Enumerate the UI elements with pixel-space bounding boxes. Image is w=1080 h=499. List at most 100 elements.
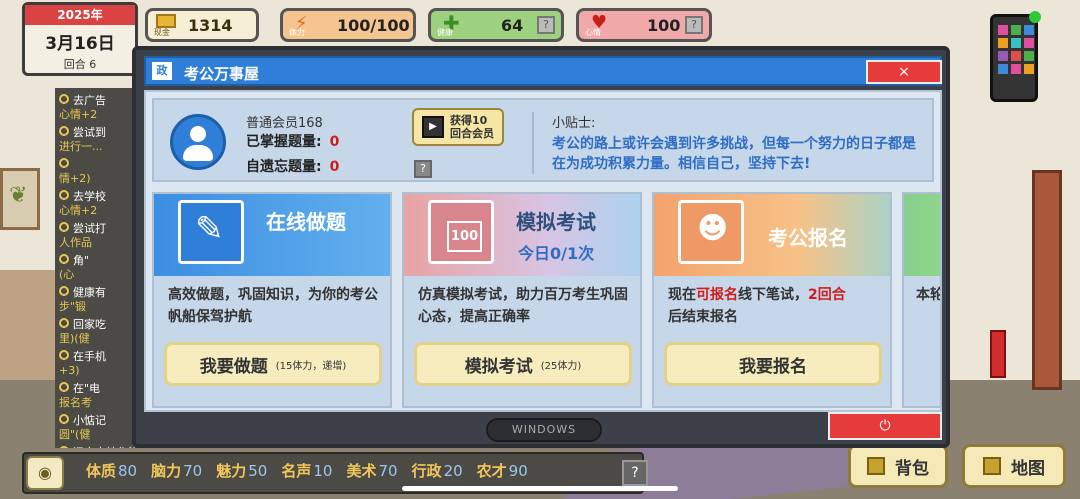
task-check-icon: [59, 414, 69, 424]
task-item[interactable]: 角" (心: [59, 254, 141, 282]
task-text: 健康有: [73, 286, 106, 299]
task-sub: (心: [59, 268, 75, 281]
task-item[interactable]: 尝试打 人作品: [59, 222, 141, 250]
map-icon: [983, 457, 1001, 475]
tip-text: 考公的路上或许会遇到许多挑战，但每一个努力的日子都是在为成功积累力量。相信自己，…: [552, 136, 916, 172]
cash-stat: 现金 1314: [145, 8, 259, 42]
practice-button[interactable]: 我要做题 (15体力，递增): [164, 342, 382, 386]
task-sub: 人作品: [59, 236, 92, 249]
close-button[interactable]: ×: [866, 60, 942, 84]
plant-icon: ❦: [9, 183, 28, 208]
attribute-value: 80: [118, 462, 138, 480]
power-stat: ⚡ 体力 100/100: [280, 8, 416, 42]
attribute-value: 50: [248, 462, 268, 480]
attribute-name: 脑力: [151, 462, 182, 480]
card-title: 在线做题: [266, 210, 346, 234]
task-item[interactable]: 去学校 心情+2: [59, 190, 141, 218]
task-item[interactable]: 在"电 报名考: [59, 382, 141, 410]
task-item[interactable]: 小惦记 圆"(健: [59, 414, 141, 442]
exam-registration-card: 考公报名 现在可报名线下笔试，2回合后结束报名 我要报名: [652, 192, 892, 408]
card-title: 模拟考试: [516, 210, 596, 234]
task-item[interactable]: 健康有 步"锻: [59, 286, 141, 314]
coin-icon: [156, 14, 176, 28]
task-check-icon: [59, 94, 69, 104]
register-button[interactable]: 我要报名: [664, 342, 882, 386]
task-sub: 进行一...: [59, 140, 103, 153]
card-desc: 高效做题，巩固知识，为你的考公帆船保驾护航: [168, 287, 378, 325]
home-indicator: [402, 486, 678, 491]
attribute-name: 体质: [86, 462, 117, 480]
task-check-icon: [59, 382, 69, 392]
task-sub: 圆"(健: [59, 428, 91, 441]
member-help-button[interactable]: ?: [414, 160, 432, 178]
phone-app-grid: [998, 25, 1034, 74]
get-vip-button[interactable]: 获得10回合会员: [412, 108, 504, 146]
pencil-icon: [178, 200, 244, 264]
task-sub: 报名考: [59, 396, 92, 409]
map-button[interactable]: 地图: [962, 444, 1066, 488]
windows-taskbar-button[interactable]: WINDOWS: [486, 418, 602, 442]
bag-button[interactable]: 背包: [848, 444, 948, 488]
date-panel: 2025年 3月16日 回合 6: [22, 2, 138, 76]
task-text: 小惦记: [73, 414, 106, 427]
task-sub: 情+2): [59, 172, 91, 185]
power-label: 体力: [289, 28, 305, 37]
phone-button[interactable]: [990, 11, 1041, 102]
task-text: 角": [73, 254, 90, 267]
tip-title: 小贴士:: [552, 116, 596, 131]
id-card-icon: [678, 200, 744, 264]
day-label: 3月16日: [45, 34, 115, 54]
task-item[interactable]: 尝试到 进行一...: [59, 126, 141, 154]
task-check-icon: [59, 286, 69, 296]
attribute-value: 90: [508, 462, 528, 480]
cash-value: 1314: [188, 15, 233, 35]
task-check-icon: [59, 350, 69, 360]
fire-extinguisher: [990, 330, 1006, 378]
attribute-name: 魅力: [216, 462, 247, 480]
forgotten-label: 自遗忘题量:: [246, 159, 322, 175]
power-button[interactable]: ⏻: [828, 412, 942, 440]
task-check-icon: [59, 126, 69, 136]
card-header: 在线做题: [154, 194, 390, 276]
task-item[interactable]: 回家吃 里)(健: [59, 318, 141, 346]
year-label: 2025年: [25, 5, 135, 25]
task-text: 去学校: [73, 190, 106, 203]
mood-stat: ♥ 心情 100 ?: [576, 8, 712, 42]
card-header: 考公报名: [654, 194, 890, 276]
task-text: 尝试到: [73, 126, 106, 139]
task-text: 在"电: [73, 382, 101, 395]
health-stat: ✚ 健康 64 ?: [428, 8, 564, 42]
extra-card[interactable]: 本轮: [902, 192, 942, 408]
mood-help-button[interactable]: ?: [685, 16, 703, 34]
attribute-item: 魅力 50: [216, 460, 267, 481]
health-help-button[interactable]: ?: [537, 16, 555, 34]
task-sub: 里)(健: [59, 332, 90, 345]
eye-icon[interactable]: ◉: [26, 456, 64, 490]
task-item[interactable]: 情+2): [59, 158, 141, 186]
mastered-value: 0: [329, 134, 340, 150]
task-item[interactable]: 旧宅土地作物待维护: [59, 446, 145, 448]
attribute-list: 体质 80 脑力 70 魅力 50 名声 10 美术 70 行政 20 农才 90: [86, 460, 528, 481]
task-text: 回家吃: [73, 318, 106, 331]
task-check-icon: [59, 446, 69, 448]
task-check-icon: [59, 222, 69, 232]
task-text: 去广告: [73, 94, 106, 107]
task-item[interactable]: 在手机 +3): [59, 350, 141, 378]
avatar: [170, 114, 226, 170]
attribute-value: 10: [313, 462, 333, 480]
mastered-row: 已掌握题量: 0: [246, 131, 339, 151]
task-sub: 步"锻: [59, 300, 87, 313]
task-sub: 心情+2: [59, 108, 98, 121]
mood-label: 心情: [585, 28, 601, 37]
mock-exam-button[interactable]: 模拟考试 (25体力): [414, 342, 632, 386]
door: [1032, 170, 1062, 390]
attribute-help-button[interactable]: ?: [622, 460, 648, 486]
member-name: 普通会员168: [246, 116, 323, 131]
wall-painting: ❦: [0, 168, 40, 230]
task-item[interactable]: 去广告 心情+2: [59, 94, 141, 122]
health-value: 64: [501, 15, 524, 35]
forgotten-row: 自遗忘题量: 0: [246, 156, 339, 176]
card-header: 模拟考试 今日0/1次: [404, 194, 640, 276]
task-check-icon: [59, 254, 69, 264]
bag-icon: [867, 457, 885, 475]
